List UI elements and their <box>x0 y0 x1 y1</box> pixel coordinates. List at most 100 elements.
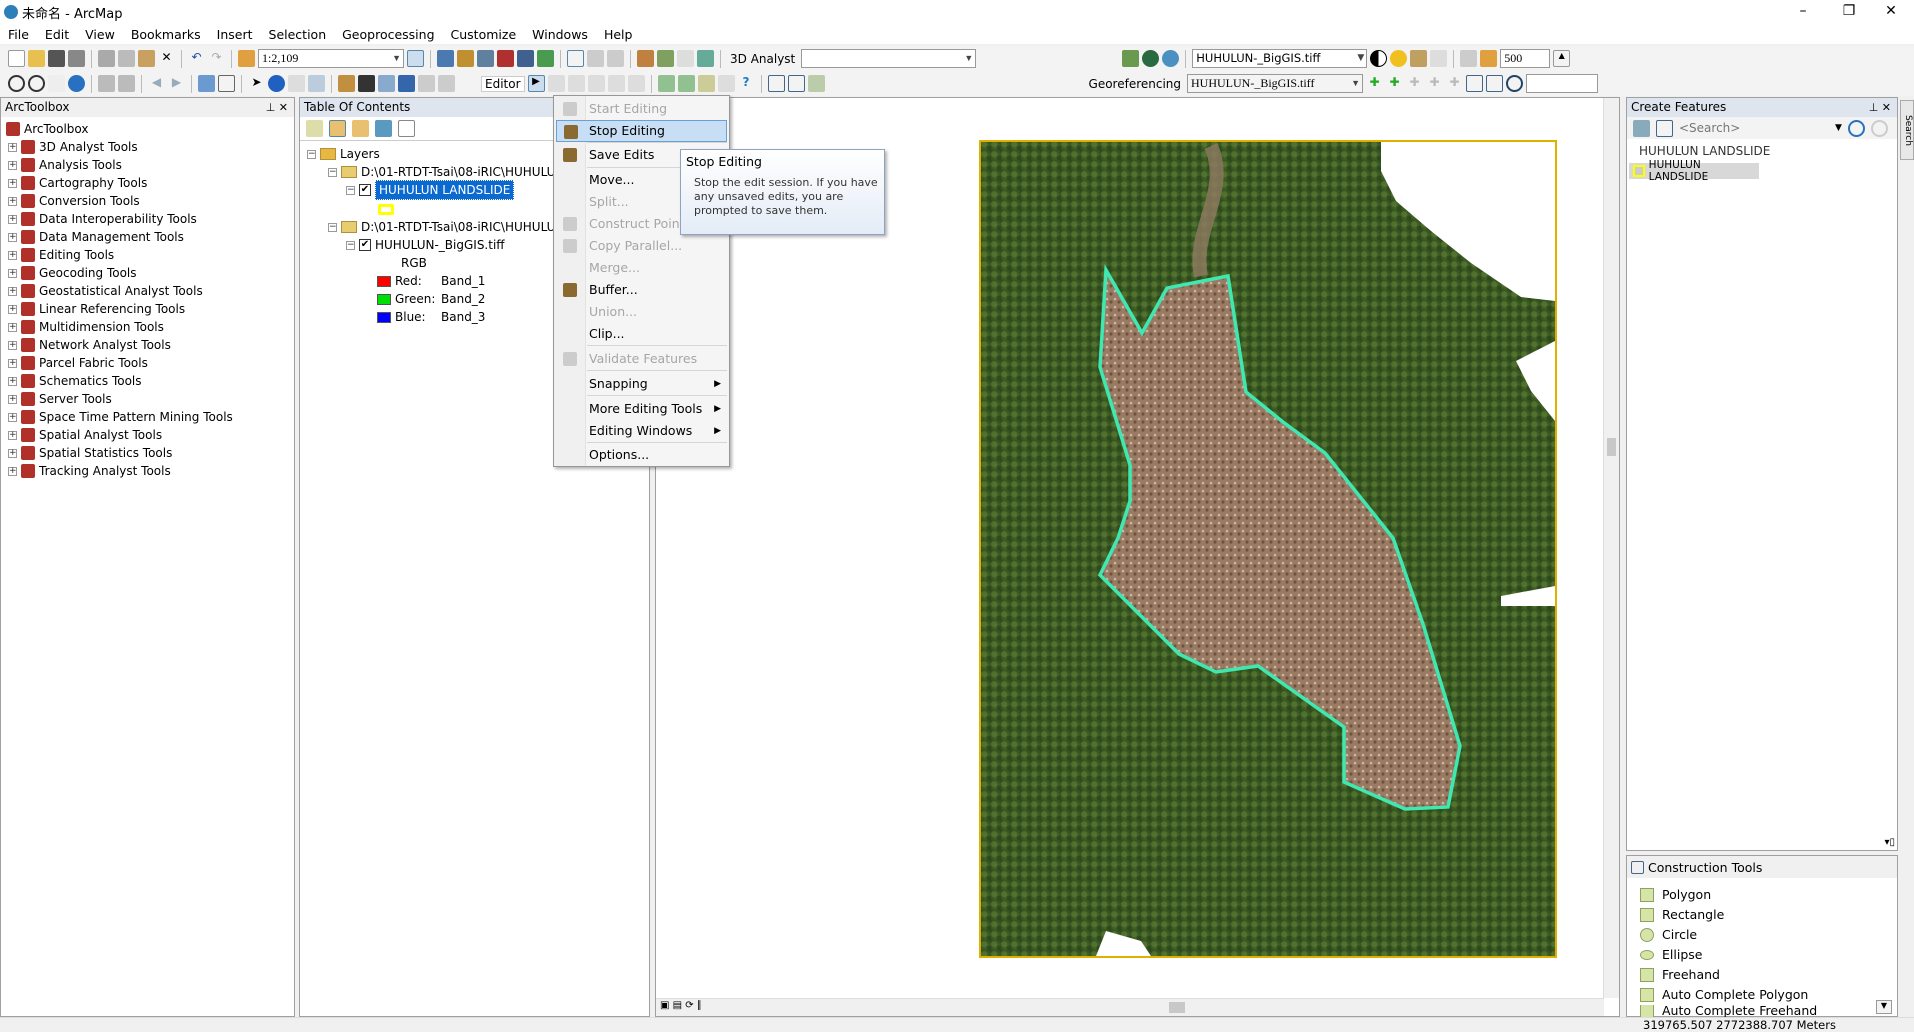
html-popup-icon[interactable] <box>308 75 325 92</box>
hyperlink-icon[interactable] <box>288 75 305 92</box>
viewer-window-icon[interactable] <box>438 75 455 92</box>
editor-menu-button[interactable]: Editor <box>481 75 525 92</box>
find-icon[interactable] <box>358 75 375 92</box>
map-scale-combo[interactable]: 1:2,109 ▼ <box>258 49 404 68</box>
rotate-angle-input[interactable] <box>1526 74 1599 93</box>
expand-icon[interactable]: + <box>8 394 17 404</box>
expand-icon[interactable]: + <box>8 250 17 260</box>
menu-item-union[interactable]: Union... <box>556 301 727 323</box>
expand-icon[interactable]: + <box>8 268 17 278</box>
save-icon[interactable] <box>48 50 65 67</box>
time-icon[interactable] <box>1480 50 1498 67</box>
select-link-icon[interactable]: ✚ <box>1406 75 1423 92</box>
3d-analyst-layer-combo[interactable]: ▼ <box>801 49 977 68</box>
expand-icon[interactable]: + <box>8 286 17 296</box>
model-builder-icon[interactable] <box>537 50 554 67</box>
expand-icon[interactable]: + <box>8 340 17 350</box>
construction-tool[interactable]: Freehand <box>1640 965 1720 985</box>
list-by-drawing-order-icon[interactable] <box>306 120 323 137</box>
menu-item-options[interactable]: Options... <box>556 444 727 466</box>
template-item[interactable]: HUHULUN LANDSLIDE <box>1629 159 1759 183</box>
toolbox-item[interactable]: Editing Tools <box>39 246 114 264</box>
expand-icon[interactable]: + <box>8 322 17 332</box>
cut-icon[interactable] <box>98 50 115 67</box>
expand-icon[interactable]: + <box>8 142 17 152</box>
georeferencing-layer-combo[interactable]: HUHULUN-_BigGIS.tiff ▼ <box>1187 74 1364 93</box>
print-icon[interactable] <box>68 50 85 67</box>
expand-icon[interactable]: + <box>8 232 17 242</box>
expand-icon[interactable]: + <box>8 376 17 386</box>
pan-icon[interactable] <box>48 75 65 92</box>
trace-icon[interactable] <box>607 75 625 92</box>
toolbox-item[interactable]: Spatial Statistics Tools <box>39 444 172 462</box>
search-side-tab[interactable]: Search <box>1900 100 1914 160</box>
expand-icon[interactable]: + <box>8 430 17 440</box>
effects-layer-combo[interactable]: HUHULUN-_BigGIS.tiff ▼ <box>1192 49 1368 68</box>
layout-view-buttons[interactable]: ▣ ▤ ⟳ ∥ <box>660 1000 702 1011</box>
organize-templates-icon[interactable] <box>1656 119 1673 137</box>
expand-icon[interactable]: + <box>8 466 17 476</box>
menu-insert[interactable]: Insert <box>209 27 261 42</box>
layer-visibility-checkbox[interactable]: ✔ <box>359 239 371 251</box>
reshape-feature-icon[interactable] <box>677 75 695 92</box>
pin-close-icons[interactable]: ⊥ ✕ <box>1869 98 1891 117</box>
toolbox-root[interactable]: ArcToolbox <box>24 120 88 138</box>
clear-selection-icon[interactable] <box>218 75 235 92</box>
toolbox-item[interactable]: Geostatistical Analyst Tools <box>39 282 203 300</box>
menu-help[interactable]: Help <box>596 27 641 42</box>
toolbox-item[interactable]: Data Interoperability Tools <box>39 210 197 228</box>
go-to-xy-icon[interactable] <box>398 75 415 92</box>
sketch-properties-icon[interactable] <box>787 75 805 92</box>
construction-tool[interactable]: Rectangle <box>1640 905 1724 925</box>
clear-search-icon[interactable] <box>1870 119 1888 137</box>
paste-icon[interactable] <box>138 50 155 67</box>
toc-window-icon[interactable] <box>437 50 454 67</box>
toc-root-layers[interactable]: Layers <box>340 145 380 163</box>
point-icon[interactable] <box>627 75 645 92</box>
pin-close-icons[interactable]: ⊥ ✕ <box>266 98 288 117</box>
edit-tool-icon[interactable]: ▶ <box>527 75 545 92</box>
restore-button[interactable]: ❐ <box>1826 0 1872 24</box>
arcglobe-icon[interactable] <box>1162 50 1180 67</box>
menu-item-more-editing-tools[interactable]: More Editing Tools ▶ <box>556 398 727 420</box>
straight-segment-icon[interactable] <box>567 75 585 92</box>
reshape-icon[interactable] <box>677 50 694 67</box>
minimize-button[interactable]: – <box>1780 0 1826 24</box>
toolbox-item[interactable]: Conversion Tools <box>39 192 140 210</box>
height-input[interactable]: 500 <box>1500 49 1551 68</box>
copy-icon[interactable] <box>118 50 135 67</box>
cut-polygons-icon[interactable] <box>697 75 715 92</box>
list-by-source-icon[interactable] <box>329 120 346 137</box>
delete-link-icon[interactable]: ✚ <box>1446 75 1463 92</box>
collapse-icon[interactable]: − <box>328 222 337 232</box>
split-icon[interactable] <box>717 75 735 92</box>
menu-customize[interactable]: Customize <box>443 27 525 42</box>
collapse-icon[interactable]: − <box>346 240 355 250</box>
time-slider-icon[interactable] <box>418 75 435 92</box>
scroll-down-button[interactable]: ▼ <box>1876 1000 1892 1014</box>
toolbox-item[interactable]: Analysis Tools <box>39 156 122 174</box>
menu-item-stop-editing[interactable]: Stop Editing <box>556 120 727 142</box>
list-by-selection-icon[interactable] <box>375 120 392 137</box>
full-extent-icon[interactable] <box>68 75 85 92</box>
fixed-zoom-in-icon[interactable] <box>98 75 115 92</box>
zoom-in-icon[interactable] <box>8 75 25 92</box>
delete-icon[interactable]: ✕ <box>158 50 175 67</box>
collapse-icon[interactable]: − <box>346 185 355 195</box>
list-by-visibility-icon[interactable] <box>352 120 369 137</box>
filter-icon[interactable] <box>1633 119 1650 137</box>
select-elements-icon[interactable]: ➤ <box>248 75 265 92</box>
close-button[interactable]: ✕ <box>1868 0 1914 24</box>
editor-toolbar-icon[interactable] <box>407 50 424 67</box>
menu-view[interactable]: View <box>77 27 123 42</box>
open-icon[interactable] <box>28 50 45 67</box>
toolbox-item[interactable]: Spatial Analyst Tools <box>39 426 162 444</box>
expand-icon[interactable]: + <box>8 304 17 314</box>
collapse-icon[interactable]: − <box>307 149 316 159</box>
menu-geoprocessing[interactable]: Geoprocessing <box>334 27 442 42</box>
attributes-icon[interactable] <box>767 75 785 92</box>
add-control-points-icon[interactable]: ✚ <box>1366 75 1383 92</box>
rotate-icon[interactable]: ? <box>738 75 755 92</box>
expand-icon[interactable]: + <box>8 358 17 368</box>
fixed-zoom-out-icon[interactable] <box>118 75 135 92</box>
